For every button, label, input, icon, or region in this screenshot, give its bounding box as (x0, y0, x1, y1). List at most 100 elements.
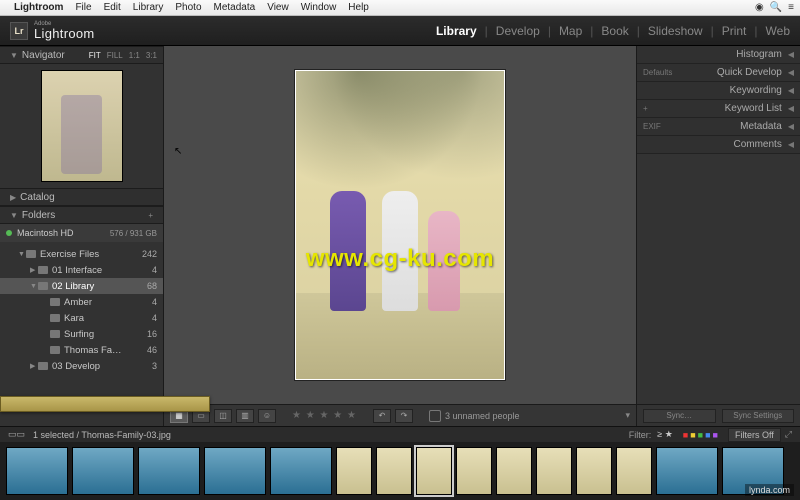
folder-icon (50, 346, 60, 354)
sync-settings-button[interactable]: Sync Settings (722, 409, 795, 423)
color-label-green[interactable]: ■ (698, 430, 703, 440)
folder-name: Thomas Fa… (64, 345, 147, 356)
filmstrip[interactable]: lynda.com (0, 442, 800, 500)
folder-row[interactable]: Thomas Fa… 46 (0, 342, 163, 358)
panel-quickdevelop-header[interactable]: DefaultsQuick Develop◀ (637, 64, 800, 82)
folder-icon (38, 266, 48, 274)
folder-row[interactable]: Kara 4 (0, 310, 163, 326)
menu-view[interactable]: View (267, 2, 289, 13)
main-area: ▼ Navigator FIT FILL 1:1 3:1 ▶ Catalog ▼… (0, 46, 800, 426)
loupe-photo[interactable] (295, 70, 505, 380)
chevron-down-icon: ▼ (30, 283, 38, 290)
filmstrip-thumb[interactable] (138, 447, 200, 495)
filmstrip-thumb[interactable] (336, 447, 372, 495)
filter-lock-icon[interactable]: ⤢ (785, 429, 792, 440)
nav-1to1[interactable]: 1:1 (129, 51, 140, 60)
panel-keywordlist-header[interactable]: +Keyword List◀ (637, 100, 800, 118)
menu-photo[interactable]: Photo (175, 2, 201, 13)
rotate-cw-button[interactable]: ↷ (395, 409, 413, 423)
toolbar-chevron-icon[interactable]: ▾ (625, 410, 630, 421)
lynda-watermark: lynda.com (745, 484, 794, 496)
module-slideshow[interactable]: Slideshow (648, 24, 703, 38)
menu-metadata[interactable]: Metadata (214, 2, 256, 13)
panel-navigator-header[interactable]: ▼ Navigator FIT FILL 1:1 3:1 (0, 46, 163, 64)
filmstrip-thumb[interactable] (616, 447, 652, 495)
app-header: Lr Adobe Lightroom Library| Develop| Map… (0, 16, 800, 46)
color-label-yellow[interactable]: ■ (690, 430, 695, 440)
chevron-left-icon: ◀ (788, 140, 794, 149)
filmstrip-thumb[interactable] (576, 447, 612, 495)
filmstrip-thumb[interactable] (656, 447, 718, 495)
folder-count: 242 (142, 249, 157, 259)
sync-button[interactable]: Sync… (643, 409, 716, 423)
spotlight-icon[interactable]: 🔍 (770, 2, 782, 13)
navigator-thumbnail[interactable] (41, 70, 123, 182)
menu-app[interactable]: Lightroom (14, 2, 63, 13)
filmstrip-thumb[interactable] (456, 447, 492, 495)
filters-off-button[interactable]: Filters Off (728, 428, 781, 442)
nav-fit[interactable]: FIT (89, 51, 101, 60)
nav-3to1[interactable]: 3:1 (146, 51, 157, 60)
nav-fill[interactable]: FILL (107, 51, 123, 60)
video-playhead[interactable] (0, 396, 210, 412)
rotate-ccw-button[interactable]: ↶ (373, 409, 391, 423)
folder-row[interactable]: ▼ 02 Library 68 (0, 278, 163, 294)
panel-comments-header[interactable]: Comments◀ (637, 136, 800, 154)
people-view-button[interactable]: ☺ (258, 409, 276, 423)
volume-bar[interactable]: Macintosh HD 576 / 931 GB (0, 224, 163, 242)
folder-count: 4 (152, 313, 157, 323)
folder-row[interactable]: ▶ 03 Develop 3 (0, 358, 163, 374)
chevron-left-icon: ◀ (788, 104, 794, 113)
canvas[interactable]: ↖ (164, 46, 636, 404)
folder-icon (50, 314, 60, 322)
folder-row[interactable]: Surfing 16 (0, 326, 163, 342)
filmstrip-thumb[interactable] (536, 447, 572, 495)
folder-row[interactable]: Amber 4 (0, 294, 163, 310)
module-map[interactable]: Map (559, 24, 582, 38)
menu-help[interactable]: Help (348, 2, 369, 13)
color-label-purple[interactable]: ■ (713, 430, 718, 440)
filmstrip-thumb[interactable] (376, 447, 412, 495)
filmstrip-thumb[interactable] (204, 447, 266, 495)
menu-file[interactable]: File (75, 2, 91, 13)
compare-view-button[interactable]: ◫ (214, 409, 232, 423)
rating-stars[interactable]: ★ ★ ★ ★ ★ (292, 410, 357, 421)
color-label-blue[interactable]: ■ (705, 430, 710, 440)
filmstrip-thumb[interactable] (6, 447, 68, 495)
menu-window[interactable]: Window (301, 2, 337, 13)
module-book[interactable]: Book (601, 24, 628, 38)
mac-menubar: Lightroom File Edit Library Photo Metada… (0, 0, 800, 16)
folder-row[interactable]: ▼ Exercise Files 242 (0, 246, 163, 262)
center-area: ↖ ▦ ▭ ◫ ▥ ☺ ★ ★ ★ ★ ★ ↶ ↷ 3 unnamed peop… (164, 46, 636, 426)
folder-icon (26, 250, 36, 258)
panel-catalog-header[interactable]: ▶ Catalog (0, 188, 163, 206)
filmstrip-thumb[interactable] (496, 447, 532, 495)
survey-view-button[interactable]: ▥ (236, 409, 254, 423)
second-window-icon[interactable]: ▭▭ (8, 429, 25, 440)
filmstrip-thumb[interactable] (270, 447, 332, 495)
panel-histogram-header[interactable]: Histogram◀ (637, 46, 800, 64)
panel-keywording-header[interactable]: Keywording◀ (637, 82, 800, 100)
menu-extras-icon[interactable]: ≡ (788, 2, 794, 13)
module-library[interactable]: Library (436, 24, 477, 38)
menu-library[interactable]: Library (133, 2, 164, 13)
folder-name: Surfing (64, 329, 147, 340)
cc-tray-icon[interactable]: ◉ (755, 2, 764, 13)
panel-metadata-header[interactable]: EXIFMetadata◀ (637, 118, 800, 136)
people-label[interactable]: 3 unnamed people (429, 410, 520, 422)
breadcrumb[interactable]: 1 selected / Thomas-Family-03.jpg (33, 430, 171, 440)
plus-icon[interactable]: + (148, 211, 153, 220)
folder-count: 68 (147, 281, 157, 291)
menu-edit[interactable]: Edit (104, 2, 121, 13)
module-web[interactable]: Web (766, 24, 790, 38)
filmstrip-thumb[interactable] (416, 447, 452, 495)
filter-rating[interactable]: ≥ ★ (657, 429, 673, 440)
folder-row[interactable]: ▶ 01 Interface 4 (0, 262, 163, 278)
loupe-toolbar: ▦ ▭ ◫ ▥ ☺ ★ ★ ★ ★ ★ ↶ ↷ 3 unnamed people… (164, 404, 636, 426)
filmstrip-thumb[interactable] (72, 447, 134, 495)
folder-name: Kara (64, 313, 152, 324)
module-print[interactable]: Print (722, 24, 747, 38)
color-label-red[interactable]: ■ (683, 430, 688, 440)
module-develop[interactable]: Develop (496, 24, 540, 38)
panel-folders-header[interactable]: ▼ Folders + (0, 206, 163, 224)
